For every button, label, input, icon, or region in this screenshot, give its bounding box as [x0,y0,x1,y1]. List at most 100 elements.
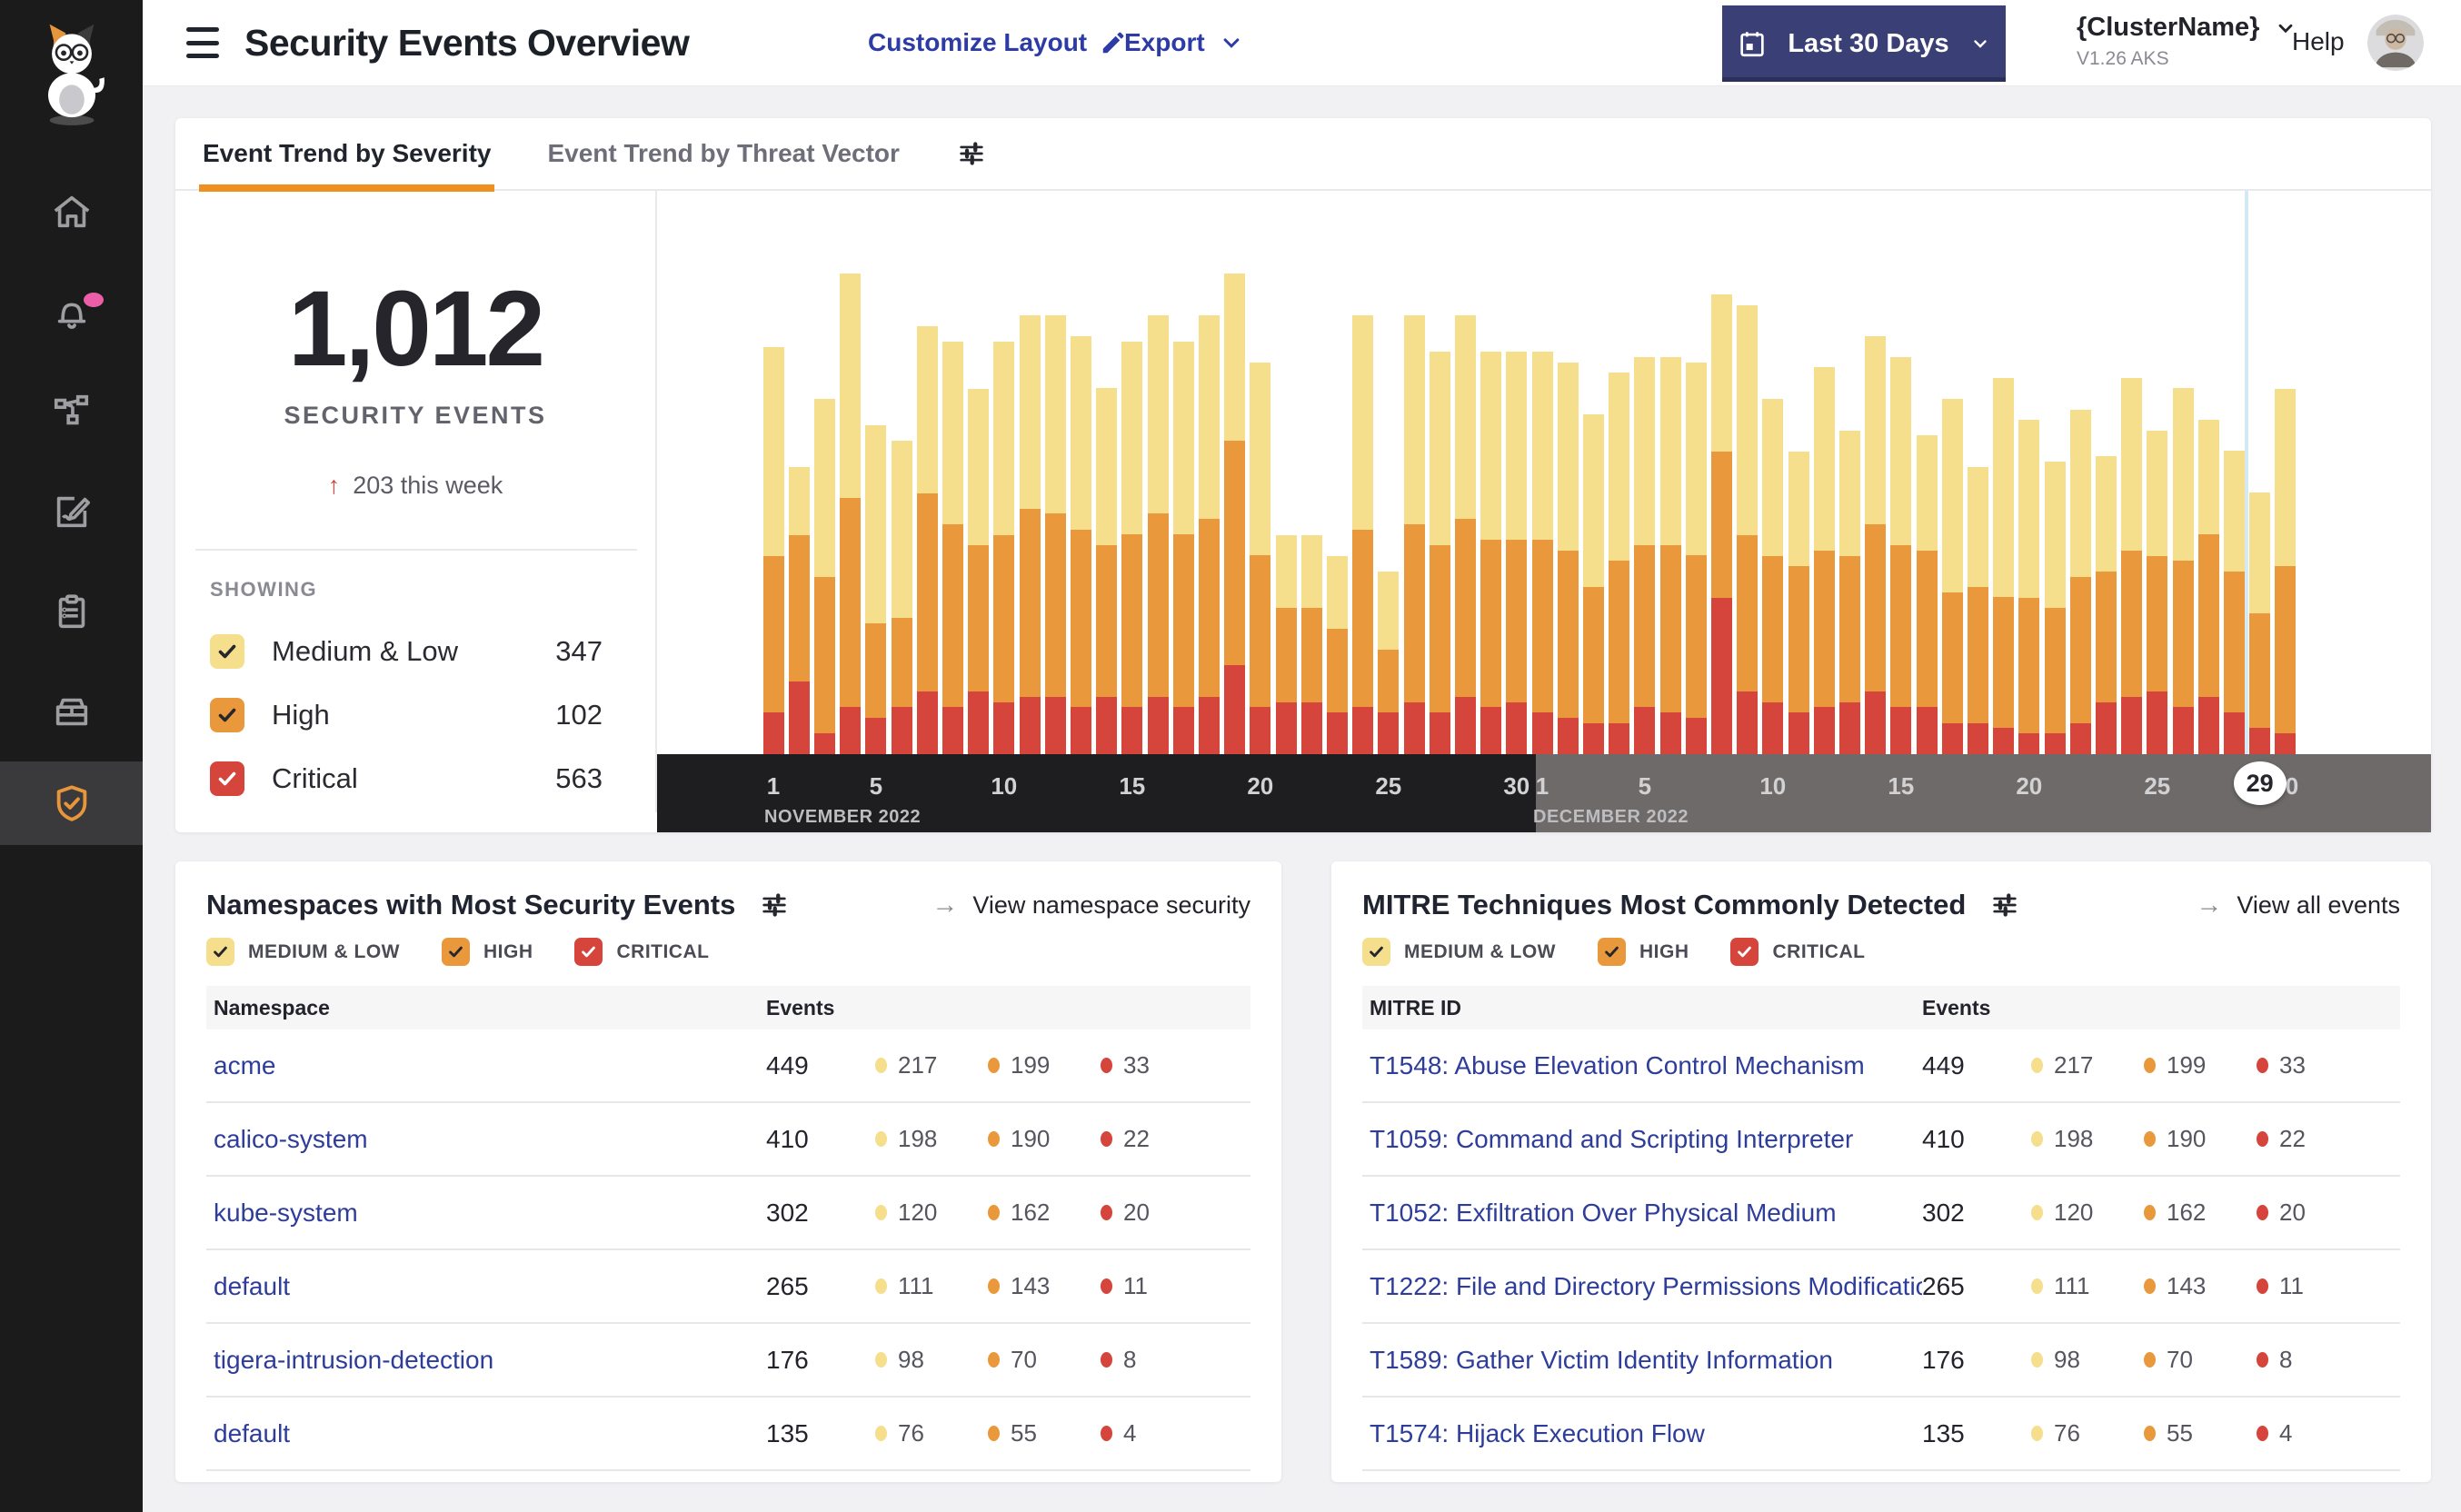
stacked-bar-nov-23[interactable] [1326,555,1348,754]
stacked-bar-nov-12[interactable] [1044,314,1066,754]
stacked-bar-dec-3[interactable] [1582,414,1604,754]
stacked-bar-dec-7[interactable] [1685,362,1707,754]
sidebar-item-image-assurance[interactable] [0,662,143,761]
chart-plot-area[interactable] [657,191,2431,754]
stacked-bar-nov-16[interactable] [1147,314,1169,754]
stacked-bar-dec-27[interactable] [2197,419,2219,754]
namespace-link[interactable]: tigera-intrusion-detection [214,1346,766,1375]
chip-high[interactable]: HIGH [1597,938,1689,966]
stacked-bar-dec-24[interactable] [2121,377,2143,754]
stacked-bar-nov-24[interactable] [1352,314,1374,754]
sidebar-item-compliance[interactable] [0,562,143,662]
mitre-technique-link[interactable]: T1589: Gather Victim Identity Informatio… [1370,1346,1922,1375]
stacked-bar-dec-20[interactable] [2018,420,2040,754]
namespace-link[interactable]: kube-system [214,1199,766,1228]
medium-low-checkbox[interactable] [1362,938,1390,966]
stacked-bar-nov-4[interactable] [840,273,862,754]
stacked-bar-nov-14[interactable] [1096,388,1118,754]
chip-medium_low[interactable]: MEDIUM & LOW [1362,938,1556,966]
stacked-bar-dec-23[interactable] [2095,456,2117,754]
chip-critical[interactable]: CRITICAL [1730,938,1865,966]
mitre-technique-link[interactable]: T1574: Hijack Execution Flow [1370,1419,1922,1448]
stacked-bar-dec-17[interactable] [1941,398,1963,754]
chip-critical[interactable]: CRITICAL [574,938,709,966]
stacked-bar-nov-30[interactable] [1506,352,1528,754]
severity-filter-critical[interactable]: Critical 563 [175,747,655,811]
critical-checkbox[interactable] [1730,938,1759,966]
view-all-events-link[interactable]: → View all events [2196,890,2400,920]
high-checkbox[interactable] [210,698,244,732]
stacked-bar-nov-13[interactable] [1070,335,1091,754]
sidebar-item-service-graph[interactable] [0,362,143,462]
menu-toggle-button[interactable] [186,27,219,58]
stacked-bar-nov-1[interactable] [762,346,784,754]
filter-settings-icon[interactable] [759,890,790,920]
stacked-bar-dec-25[interactable] [2147,430,2168,754]
date-range-button[interactable]: Last 30 Days [1722,5,2006,82]
stacked-bar-dec-13[interactable] [1838,430,1860,754]
tab-event-trend-by-threat-vector[interactable]: Event Trend by Threat Vector [547,117,899,190]
stacked-bar-nov-26[interactable] [1403,315,1425,754]
selected-day-pill[interactable]: 29 [2233,761,2287,805]
help-link[interactable]: Help [2292,27,2345,56]
namespace-link[interactable]: calico-system [214,1125,766,1154]
chip-medium_low[interactable]: MEDIUM & LOW [206,938,400,966]
stacked-bar-nov-2[interactable] [788,466,810,754]
stacked-bar-dec-22[interactable] [2069,409,2091,754]
sidebar-item-policies[interactable] [0,462,143,562]
stacked-bar-nov-7[interactable] [916,325,938,754]
namespace-link[interactable]: default [214,1419,766,1448]
severity-filter-medium_low[interactable]: Medium & Low 347 [175,620,655,683]
stacked-bar-nov-21[interactable] [1275,534,1297,754]
mitre-technique-link[interactable]: T1548: Abuse Elevation Control Mechanism [1370,1051,1922,1080]
medium-low-checkbox[interactable] [210,634,244,669]
stacked-bar-dec-4[interactable] [1609,373,1630,754]
sidebar-item-alerts[interactable] [0,262,143,362]
stacked-bar-dec-26[interactable] [2172,388,2194,754]
chip-high[interactable]: HIGH [441,938,533,966]
stacked-bar-nov-18[interactable] [1198,314,1220,754]
critical-checkbox[interactable] [210,761,244,796]
high-checkbox[interactable] [441,938,470,966]
stacked-bar-dec-5[interactable] [1634,356,1656,754]
stacked-bar-nov-11[interactable] [1019,314,1041,754]
stacked-bar-dec-29[interactable] [2249,492,2271,754]
export-button[interactable]: Export [1124,28,1245,57]
stacked-bar-nov-28[interactable] [1454,314,1476,754]
stacked-bar-nov-15[interactable] [1121,341,1143,754]
namespace-link[interactable]: acme [214,1051,766,1080]
high-checkbox[interactable] [1597,938,1626,966]
stacked-bar-dec-12[interactable] [1813,367,1835,754]
stacked-bar-dec-6[interactable] [1659,357,1681,754]
critical-checkbox[interactable] [574,938,603,966]
stacked-bar-nov-10[interactable] [993,341,1015,754]
stacked-bar-dec-1[interactable] [1531,352,1553,754]
stacked-bar-nov-22[interactable] [1300,534,1322,754]
sidebar-item-home[interactable] [0,162,143,262]
calico-cat-logo[interactable] [0,0,143,136]
cluster-selector[interactable]: {ClusterName} V1.26 AKS [2077,13,2297,70]
stacked-bar-nov-29[interactable] [1480,352,1502,754]
stacked-bar-nov-9[interactable] [968,388,990,754]
stacked-bar-dec-30[interactable] [2275,388,2297,754]
severity-filter-high[interactable]: High 102 [175,683,655,747]
namespace-link[interactable]: default [214,1272,766,1301]
stacked-bar-dec-19[interactable] [1993,377,2015,754]
stacked-bar-nov-25[interactable] [1378,571,1400,754]
filter-settings-icon[interactable] [956,138,987,169]
stacked-bar-nov-17[interactable] [1172,341,1194,754]
stacked-bar-dec-15[interactable] [1890,356,1912,754]
stacked-bar-nov-20[interactable] [1250,362,1271,754]
stacked-bar-nov-19[interactable] [1224,273,1246,754]
tab-event-trend-by-severity[interactable]: Event Trend by Severity [198,117,495,192]
stacked-bar-nov-5[interactable] [865,424,887,754]
chart-x-axis[interactable]: 151015202530NOVEMBER 2022151015202530DEC… [657,754,2431,832]
user-avatar[interactable] [2367,15,2424,71]
stacked-bar-dec-28[interactable] [2223,451,2245,754]
mitre-technique-link[interactable]: T1222: File and Directory Permissions Mo… [1370,1272,1922,1301]
stacked-bar-dec-21[interactable] [2044,462,2066,754]
stacked-bar-dec-2[interactable] [1557,362,1579,754]
medium-low-checkbox[interactable] [206,938,234,966]
mitre-technique-link[interactable]: T1059: Command and Scripting Interpreter [1370,1125,1922,1154]
mitre-technique-link[interactable]: T1052: Exfiltration Over Physical Medium [1370,1199,1922,1228]
